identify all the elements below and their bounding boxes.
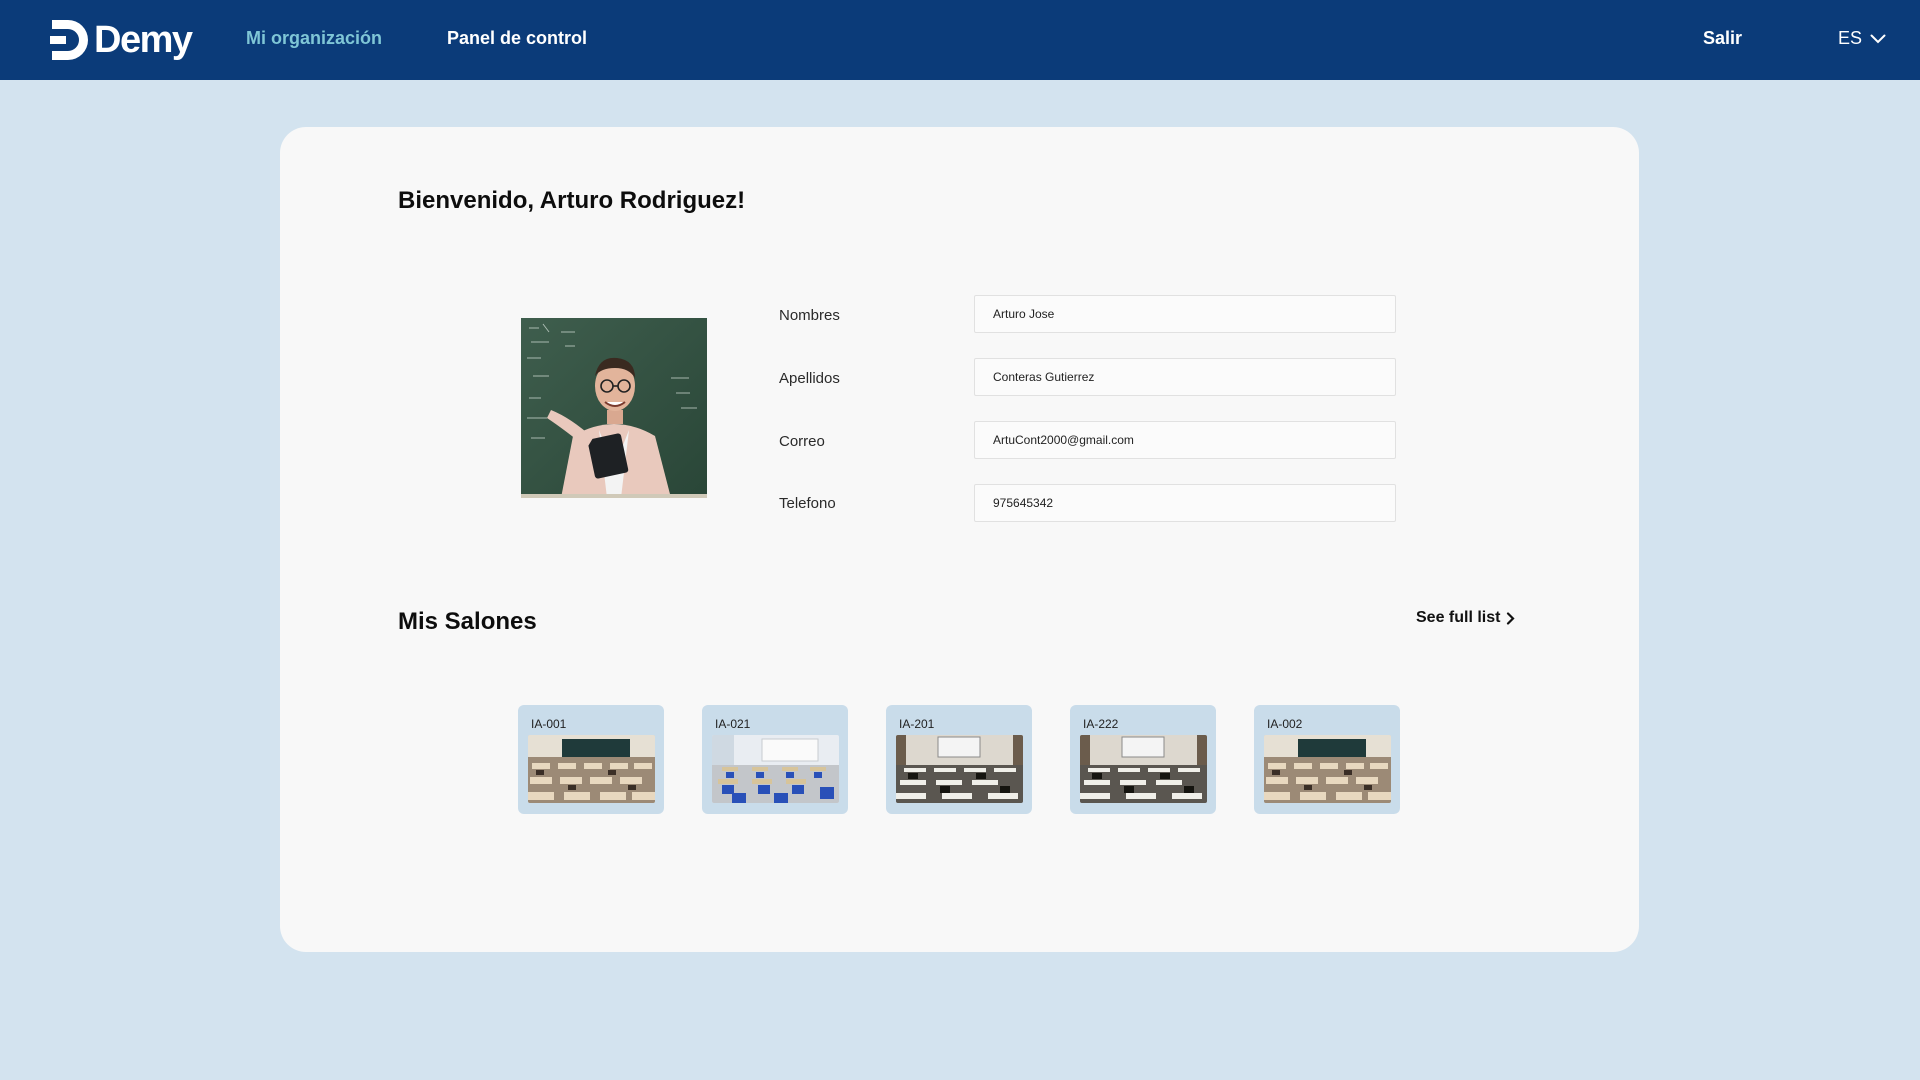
telefono-field[interactable]: 975645342 [974,484,1396,522]
logout-link[interactable]: Salir [1703,28,1742,49]
classroom-card[interactable]: IA-201 [886,705,1032,814]
nombres-field[interactable]: Arturo Jose [974,295,1396,333]
apellidos-label: Apellidos [779,370,840,387]
classroom-code: IA-002 [1267,717,1303,731]
classroom-code: IA-001 [531,717,567,731]
nav-panel-de-control[interactable]: Panel de control [447,28,587,49]
classroom-dark-lecture-image [1080,735,1207,803]
brand-name: Demy [94,18,193,61]
chevron-right-icon [1507,611,1516,625]
see-full-list-label: See full list [1416,609,1501,626]
classroom-dark-lecture-image [896,735,1023,803]
demy-logo[interactable]: Demy [50,18,193,62]
see-full-list-link[interactable]: See full list [1416,609,1516,627]
correo-field[interactable]: ArtuCont2000@gmail.com [974,421,1396,459]
nav-mi-organizacion[interactable]: Mi organización [246,28,382,49]
classroom-list: IA-001 IA-021 IA-201 IA-222 IA-002 [518,705,1400,815]
telefono-label: Telefono [779,495,836,512]
classroom-card[interactable]: IA-021 [702,705,848,814]
correo-label: Correo [779,433,825,450]
classroom-card[interactable]: IA-002 [1254,705,1400,814]
classroom-card[interactable]: IA-001 [518,705,664,814]
language-label: ES [1838,28,1863,48]
classroom-code: IA-021 [715,717,751,731]
classroom-card[interactable]: IA-222 [1070,705,1216,814]
demy-logo-icon [50,20,88,60]
profile-card: Bienvenido, Arturo Rodriguez! Nombres Ar… [280,127,1639,952]
nombres-label: Nombres [779,307,840,324]
chevron-down-icon [1870,34,1886,43]
top-navbar: Demy Mi organización Panel de control Sa… [0,0,1920,80]
mis-salones-heading: Mis Salones [398,608,537,635]
language-selector[interactable]: ES [1838,28,1886,49]
classroom-code: IA-222 [1083,717,1119,731]
teacher-photo [521,318,707,498]
classroom-code: IA-201 [899,717,935,731]
teacher-photo-illustration [521,318,707,498]
classroom-wood-desks-image [528,735,655,803]
welcome-heading: Bienvenido, Arturo Rodriguez! [398,187,746,214]
classroom-blue-chairs-image [712,735,839,803]
apellidos-field[interactable]: Conteras Gutierrez [974,358,1396,396]
classroom-wood-desks-image [1264,735,1391,803]
